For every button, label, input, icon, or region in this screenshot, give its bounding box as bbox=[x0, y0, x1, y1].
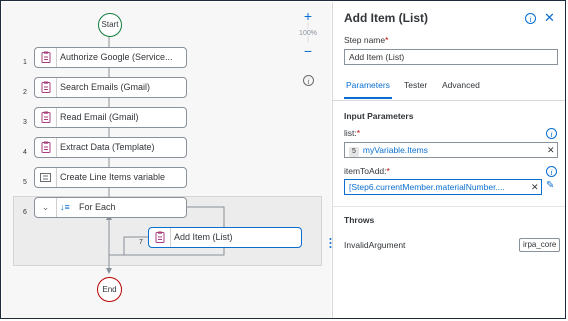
step-label: Add Item (List) bbox=[174, 232, 233, 242]
step-create-variable[interactable]: Create Line Items variable bbox=[34, 167, 187, 188]
tab-tester[interactable]: Tester bbox=[404, 80, 427, 90]
clipboard-icon bbox=[35, 48, 57, 67]
step-label: Create Line Items variable bbox=[60, 172, 166, 182]
step-for-each[interactable]: ⌄ ↓≡ For Each bbox=[34, 197, 187, 218]
clipboard-icon bbox=[35, 108, 57, 127]
list-input[interactable]: 5 myVariable.Items bbox=[344, 142, 558, 158]
step-add-item-list[interactable]: Add Item (List) bbox=[148, 227, 302, 248]
start-node[interactable]: Start bbox=[98, 13, 122, 37]
tab-advanced[interactable]: Advanced bbox=[442, 80, 480, 90]
step-number: 1 bbox=[23, 59, 27, 66]
info-icon[interactable]: i bbox=[303, 75, 314, 86]
clipboard-icon bbox=[35, 78, 57, 97]
clipboard-icon bbox=[149, 228, 171, 247]
end-label: End bbox=[102, 285, 117, 294]
step-label: Authorize Google (Service... bbox=[60, 52, 173, 62]
info-icon[interactable]: i bbox=[546, 128, 557, 139]
chevron-down-icon[interactable]: ⌄ bbox=[35, 198, 57, 217]
item-to-add-value: [Step6.currentMember.materialNumber.... bbox=[349, 182, 505, 192]
step-extract-data[interactable]: Extract Data (Template) bbox=[34, 137, 187, 158]
info-icon[interactable]: i bbox=[525, 13, 536, 24]
step-authorize-google[interactable]: Authorize Google (Service... bbox=[34, 47, 187, 68]
item-to-add-input[interactable]: [Step6.currentMember.materialNumber.... bbox=[344, 179, 542, 195]
list-value: myVariable.Items bbox=[362, 145, 428, 155]
step-number: 3 bbox=[23, 119, 27, 126]
throw-name: InvalidArgument bbox=[344, 240, 406, 250]
info-icon[interactable]: i bbox=[546, 166, 557, 177]
end-node[interactable]: End bbox=[97, 277, 122, 302]
close-icon[interactable]: ✕ bbox=[544, 10, 555, 26]
variable-icon bbox=[35, 168, 57, 187]
zoom-out-button[interactable]: − bbox=[294, 43, 322, 59]
clipboard-icon bbox=[35, 138, 57, 157]
step-number: 6 bbox=[23, 209, 27, 216]
app-frame: Start 1 Authorize Google (Service... 2 S… bbox=[0, 0, 566, 319]
tab-parameters[interactable]: Parameters bbox=[346, 80, 390, 90]
active-tab-indicator bbox=[344, 97, 392, 99]
step-label: Search Emails (Gmail) bbox=[60, 82, 151, 92]
step-label: For Each bbox=[79, 202, 116, 212]
start-label: Start bbox=[101, 20, 119, 29]
input-parameters-heading: Input Parameters bbox=[344, 111, 414, 121]
step-name-label: Step name* bbox=[344, 35, 389, 45]
step-read-email[interactable]: Read Email (Gmail) bbox=[34, 107, 187, 128]
section-divider bbox=[333, 206, 565, 207]
panel-title: Add Item (List) bbox=[344, 11, 428, 25]
item-to-add-label: itemToAdd:* bbox=[344, 166, 390, 176]
properties-panel: Add Item (List) i ✕ Step name* Add Item … bbox=[332, 2, 565, 318]
edit-expression-icon[interactable]: ✎ bbox=[546, 180, 554, 191]
step-name-input[interactable]: Add Item (List) bbox=[344, 49, 558, 65]
step-label: Extract Data (Template) bbox=[60, 142, 155, 152]
throws-heading: Throws bbox=[344, 215, 375, 225]
clear-icon[interactable]: ✕ bbox=[531, 182, 539, 193]
for-each-icon: ↓≡ bbox=[60, 202, 70, 212]
step-search-emails[interactable]: Search Emails (Gmail) bbox=[34, 77, 187, 98]
step-number: 2 bbox=[23, 89, 27, 96]
step-number: 7 bbox=[139, 239, 143, 246]
step-label: Read Email (Gmail) bbox=[60, 112, 139, 122]
zoom-in-button[interactable]: + bbox=[294, 8, 322, 24]
type-badge: 5 bbox=[349, 147, 359, 157]
throw-library-tag: irpa_core bbox=[519, 238, 561, 252]
step-number: 5 bbox=[23, 179, 27, 186]
clear-icon[interactable]: ✕ bbox=[547, 145, 555, 156]
step-number: 4 bbox=[23, 149, 27, 156]
zoom-controls: + | 100% | − bbox=[294, 8, 322, 68]
flow-canvas[interactable]: Start 1 Authorize Google (Service... 2 S… bbox=[2, 2, 331, 318]
list-label: list:* bbox=[344, 128, 361, 138]
